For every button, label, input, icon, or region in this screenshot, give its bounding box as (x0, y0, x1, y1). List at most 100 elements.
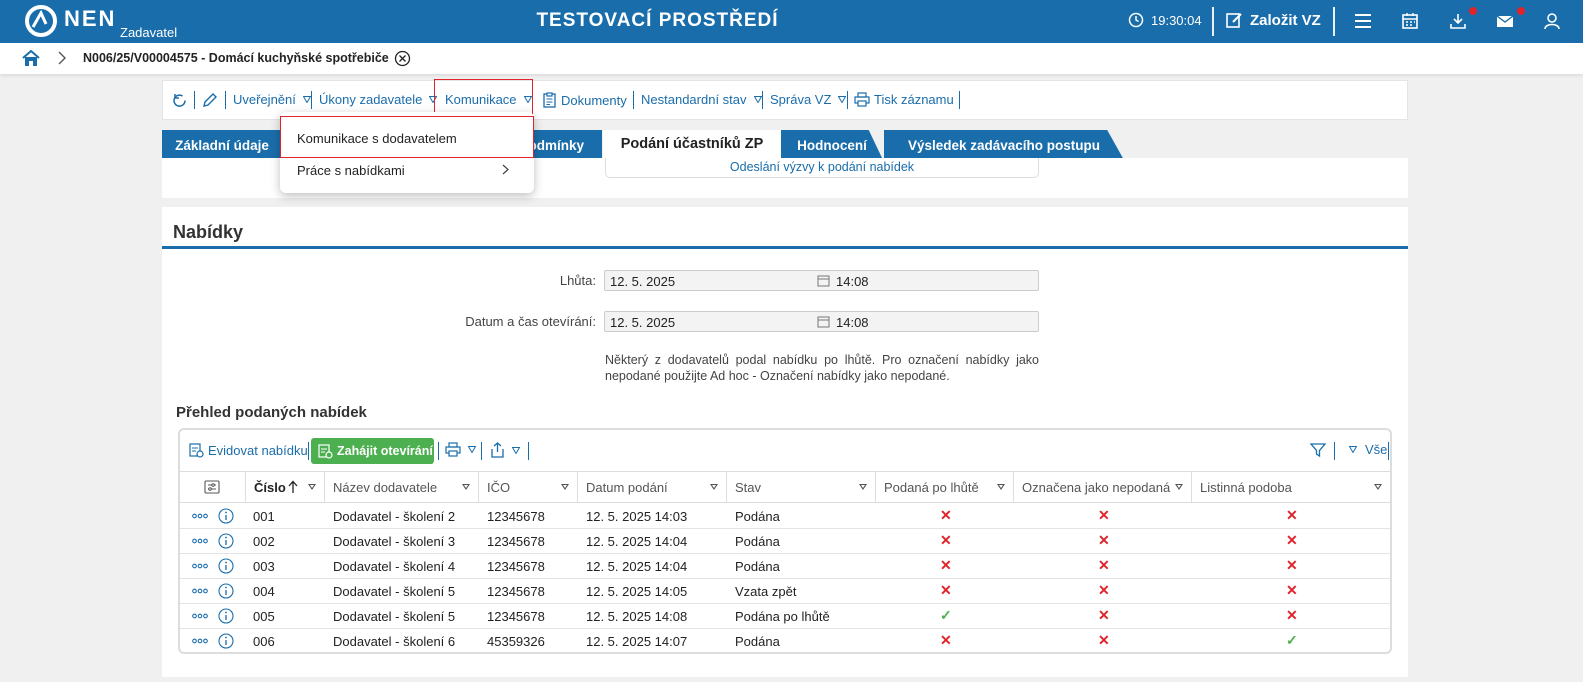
cell-cislo: 002 (253, 534, 275, 549)
breadcrumb: N006/25/V00004575 - Domácí kuchyňské spo… (0, 43, 1583, 74)
cell-datum: 12. 5. 2025 14:08 (586, 609, 688, 624)
column-filter-icon[interactable] (710, 484, 718, 490)
menu-uverejneni[interactable]: Uveřejnění (233, 92, 311, 107)
grid-toolbar: Evidovat nabídku Zahájit otevírání Vše (180, 430, 1390, 470)
evidovat-nabidku-button[interactable]: Evidovat nabídku (188, 442, 308, 458)
pencil-icon[interactable] (201, 92, 218, 109)
table-row[interactable]: 001 Dodavatel - školení 2 12345678 12. 5. 2… (180, 504, 1390, 529)
menu-dokumenty[interactable]: Dokumenty (542, 92, 627, 108)
column-settings-icon[interactable] (204, 479, 220, 495)
table-row[interactable]: 006 Dodavatel - školení 6 45359326 12. 5. 2… (180, 629, 1390, 652)
home-icon[interactable] (22, 50, 40, 67)
section-divider (162, 246, 1408, 249)
sort-ascending-icon[interactable] (288, 480, 298, 494)
more-actions-icon[interactable] (192, 588, 208, 594)
cross-icon: ✕ (940, 507, 952, 523)
column-header-cislo[interactable]: Číslo (245, 472, 324, 503)
more-actions-icon[interactable] (192, 613, 208, 619)
dropdown-item-prace-s-nabidkami[interactable]: Práce s nabídkami (297, 163, 405, 178)
column-filter-icon[interactable] (1175, 484, 1183, 490)
column-filter-icon[interactable] (997, 484, 1005, 490)
close-icon[interactable] (394, 50, 411, 67)
column-header-nepodana[interactable]: Označena jako nepodaná (1013, 472, 1191, 503)
menu-ukony-zadavatele[interactable]: Úkony zadavatele (319, 92, 438, 107)
cross-icon: ✕ (1286, 507, 1298, 523)
tab-zakladni-udaje[interactable]: Základní údaje (162, 130, 282, 160)
column-header-datum[interactable]: Datum podání (577, 472, 726, 503)
grid-header: Číslo Název dodavatele IČO Datum podání … (180, 471, 1390, 503)
info-icon[interactable] (218, 508, 234, 524)
menu-nestandardni-stav[interactable]: Nestandardní stav (641, 92, 762, 107)
more-actions-icon[interactable] (192, 538, 208, 544)
toolbar-separator (633, 91, 634, 109)
calendar-icon[interactable] (817, 315, 830, 328)
tab-hodnoceni[interactable]: Hodnocení (781, 130, 883, 160)
view-selector-vse[interactable]: Vše (1346, 442, 1387, 457)
lhuta-field[interactable]: 12. 5. 2025 14:08 (604, 270, 1039, 291)
header-divider (1212, 7, 1214, 36)
download-icon[interactable] (1448, 11, 1468, 31)
column-filter-icon[interactable] (308, 484, 316, 490)
calendar-icon[interactable] (1400, 11, 1420, 31)
calendar-icon[interactable] (817, 274, 830, 287)
lhuta-time: 14:08 (836, 274, 869, 289)
cell-nazev: Dodavatel - školení 4 (333, 559, 456, 574)
highlight-komunikace-s-dodavatelem (280, 116, 534, 158)
table-row[interactable]: 002 Dodavatel - školení 3 12345678 12. 5. 2… (180, 529, 1390, 554)
column-filter-icon[interactable] (462, 484, 470, 490)
info-icon[interactable] (218, 633, 234, 649)
menu-tisk-zaznamu[interactable]: Tisk záznamu (854, 92, 954, 107)
toolbar-separator (194, 91, 195, 109)
cell-cislo: 001 (253, 509, 275, 524)
column-header-stav[interactable]: Stav (726, 472, 875, 503)
toolbar-separator (959, 91, 960, 109)
cross-icon: ✕ (1286, 557, 1298, 573)
tab-vysledek[interactable]: Výsledek zadávacího postupu (884, 130, 1124, 160)
table-row[interactable]: 005 Dodavatel - školení 5 12345678 12. 5. 2… (180, 604, 1390, 629)
menu-icon[interactable] (1353, 11, 1373, 31)
refresh-icon[interactable] (171, 92, 188, 109)
cross-icon: ✕ (1098, 632, 1110, 648)
breadcrumb-title[interactable]: N006/25/V00004575 - Domácí kuchyňské spo… (83, 51, 389, 65)
column-header-nazev[interactable]: Název dodavatele (324, 472, 478, 503)
menu-sprava-vz[interactable]: Správa VZ (770, 92, 847, 107)
more-actions-icon[interactable] (192, 563, 208, 569)
mail-icon[interactable] (1495, 11, 1515, 31)
table-row[interactable]: 003 Dodavatel - školení 4 12345678 12. 5. 2… (180, 554, 1390, 579)
column-filter-icon[interactable] (561, 484, 569, 490)
column-header-ico[interactable]: IČO (478, 472, 577, 503)
user-icon[interactable] (1542, 11, 1562, 31)
tab-podani-ucastniku[interactable]: Podání účastníků ZP (603, 130, 781, 160)
offers-grid: Evidovat nabídku Zahájit otevírání Vše Č… (178, 428, 1392, 654)
column-filter-icon[interactable] (859, 484, 867, 490)
grid-export-button[interactable] (490, 442, 520, 458)
menu-sprava-label: Správa VZ (770, 92, 832, 107)
environment-title: TESTOVACÍ PROSTŘEDÍ (536, 10, 779, 31)
zahajit-otevirani-button[interactable]: Zahájit otevírání (311, 438, 434, 464)
info-icon[interactable] (218, 608, 234, 624)
grid-toolbar-separator (1388, 442, 1389, 460)
section-title-prehled: Přehled podaných nabídek (176, 404, 367, 421)
lhuta-date: 12. 5. 2025 (610, 274, 676, 289)
chevron-down-icon (302, 96, 311, 103)
more-actions-icon[interactable] (192, 638, 208, 644)
filter-icon[interactable] (1310, 442, 1326, 458)
info-icon[interactable] (218, 533, 234, 549)
column-filter-icon[interactable] (1374, 484, 1382, 490)
column-nepodana-label: Označena jako nepodaná (1022, 480, 1171, 495)
download-notification-dot (1469, 7, 1477, 15)
lhuta-label: Lhůta: (559, 273, 596, 288)
column-header-po-lhute[interactable]: Podaná po lhůtě (875, 472, 1013, 503)
section-title-nabidky: Nabídky (173, 222, 244, 242)
open-offers-icon (318, 444, 333, 459)
table-row[interactable]: 004 Dodavatel - školení 5 12345678 12. 5. 2… (180, 579, 1390, 604)
otevirani-field[interactable]: 12. 5. 2025 14:08 (604, 311, 1039, 332)
info-icon[interactable] (218, 558, 234, 574)
otevirani-label: Datum a čas otevírání: (465, 314, 596, 329)
subtab-odeslani-vyzvy[interactable]: Odeslání výzvy k podání nabídek (605, 158, 1039, 178)
grid-print-button[interactable] (445, 442, 476, 457)
create-vz-button[interactable]: Založit VZ (1225, 11, 1321, 29)
column-header-listinna[interactable]: Listinná podoba (1191, 472, 1390, 503)
more-actions-icon[interactable] (192, 513, 208, 519)
info-icon[interactable] (218, 583, 234, 599)
